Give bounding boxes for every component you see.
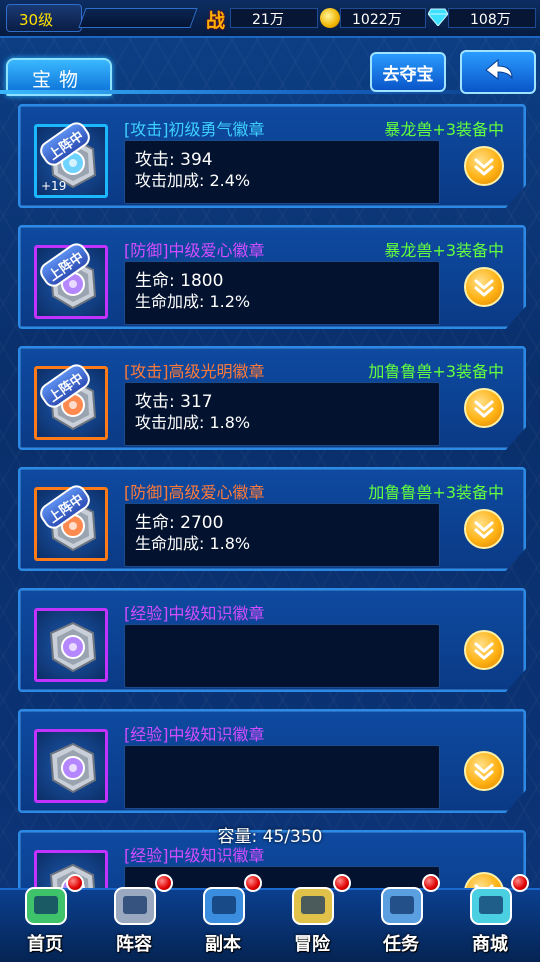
equipped-by-text: 加鲁鲁兽+3装备中 — [368, 483, 504, 502]
nav-item[interactable]: 阵容 — [91, 874, 177, 962]
power-icon: 战 — [206, 10, 226, 32]
gold-coin-icon — [320, 8, 340, 28]
nav-item-label: 阵容 — [116, 934, 152, 955]
treasure-list[interactable]: 上阵中 +19 [攻击]初级勇气徽章 暴龙兽+3装备中 攻击: 394 攻击加成… — [0, 100, 540, 890]
stat-line-2: 生命加成: 1.2% — [135, 292, 251, 311]
gems-value: 108万 — [470, 12, 511, 28]
treasure-icon-frame[interactable] — [34, 608, 108, 682]
notification-dot — [66, 874, 84, 892]
team-gear-icon — [114, 887, 156, 925]
go-loot-label: 去夺宝 — [382, 65, 434, 85]
back-arrow-icon — [485, 58, 513, 80]
nav-item[interactable]: 副本 — [180, 874, 266, 962]
nav-item-label: 任务 — [383, 934, 419, 955]
chevron-down-icon — [474, 400, 494, 418]
scroll-map-icon — [203, 887, 245, 925]
nav-item-label: 副本 — [205, 934, 241, 955]
equipped-by-text: 加鲁鲁兽+3装备中 — [368, 362, 504, 381]
treasure-name: [经验]中级知识徽章 — [124, 725, 265, 744]
chevron-down-icon — [474, 642, 494, 660]
nav-item[interactable]: 首页 — [2, 874, 88, 962]
treasure-name: [防御]中级爱心徽章 — [124, 241, 265, 260]
bottom-navigation: 首页 阵容 副本 冒险 任务 商城 — [0, 874, 540, 962]
equipped-by-text: 暴龙兽+3装备中 — [384, 241, 504, 260]
treasure-card[interactable]: 上阵中 [防御]中级爱心徽章 暴龙兽+3装备中 生命: 1800 生命加成: 1… — [18, 225, 526, 329]
top-status-bar: 30级 战 21万 1022万 108万 — [0, 0, 540, 38]
treasure-stats-box: 生命: 2700 生命加成: 1.8% — [124, 503, 440, 567]
tab-treasure-label: 宝物 — [31, 69, 86, 91]
shopping-cart-icon — [470, 887, 512, 925]
level-text: 30级 — [19, 11, 54, 29]
treasure-card[interactable]: [经验]中级知识徽章 — [18, 709, 526, 813]
treasure-icon-frame[interactable] — [34, 729, 108, 803]
nav-item[interactable]: 冒险 — [269, 874, 355, 962]
treasure-name: [攻击]初级勇气徽章 — [124, 120, 265, 139]
treasure-card[interactable]: 上阵中 [防御]高级爱心徽章 加鲁鲁兽+3装备中 生命: 2700 生命加成: … — [18, 467, 526, 571]
chevron-down-icon — [474, 158, 494, 176]
adventure-map-icon — [292, 887, 334, 925]
treasure-stats-box: 生命: 1800 生命加成: 1.2% — [124, 261, 440, 325]
treasure-name: [攻击]高级光明徽章 — [124, 362, 265, 381]
knowledge-badge-purple-icon — [49, 742, 97, 794]
treasure-icon-frame[interactable]: 上阵中 — [34, 360, 108, 440]
treasure-name: [防御]高级爱心徽章 — [124, 483, 265, 502]
stat-line-2: 攻击加成: 2.4% — [135, 171, 251, 190]
expand-button[interactable] — [464, 388, 504, 428]
expand-button[interactable] — [464, 630, 504, 670]
chevron-down-icon — [474, 279, 494, 297]
treasure-stats-box — [124, 624, 440, 688]
stat-line-2: 生命加成: 1.8% — [135, 534, 251, 553]
enhance-level: +19 — [41, 179, 67, 193]
notification-dot — [422, 874, 440, 892]
nav-item-label: 冒险 — [294, 934, 330, 955]
back-button[interactable] — [460, 50, 536, 94]
nav-item-label: 首页 — [27, 934, 63, 955]
home-device-icon — [25, 887, 67, 925]
chevron-down-icon — [474, 521, 494, 539]
expand-button[interactable] — [464, 751, 504, 791]
nav-item-label: 商城 — [472, 934, 508, 955]
treasure-card[interactable]: [经验]中级知识徽章 — [18, 588, 526, 692]
chevron-down-icon — [474, 763, 494, 781]
tab-underline — [0, 90, 540, 94]
diamond-icon — [428, 8, 448, 26]
go-loot-button[interactable]: 去夺宝 — [370, 52, 446, 92]
treasure-card[interactable]: 上阵中 +19 [攻击]初级勇气徽章 暴龙兽+3装备中 攻击: 394 攻击加成… — [18, 104, 526, 208]
notification-dot — [155, 874, 173, 892]
treasure-stats-box: 攻击: 394 攻击加成: 2.4% — [124, 140, 440, 204]
notification-dot — [511, 874, 529, 892]
level-badge: 30级 — [6, 4, 82, 32]
laptop-icon — [381, 887, 423, 925]
treasure-icon-frame[interactable]: 上阵中 +19 — [34, 118, 108, 198]
knowledge-badge-purple-icon — [49, 621, 97, 673]
expand-button[interactable] — [464, 267, 504, 307]
treasure-stats-box: 攻击: 317 攻击加成: 1.8% — [124, 382, 440, 446]
treasure-stats-box — [124, 745, 440, 809]
nav-item[interactable]: 任务 — [358, 874, 444, 962]
stat-line-2: 攻击加成: 1.8% — [135, 413, 251, 432]
treasure-name: [经验]中级知识徽章 — [124, 604, 265, 623]
capacity-text: 容量: 45/350 — [217, 827, 323, 847]
expand-button[interactable] — [464, 146, 504, 186]
equipped-by-text: 暴龙兽+3装备中 — [384, 120, 504, 139]
experience-bar — [78, 8, 198, 28]
gold-value: 1022万 — [352, 12, 402, 28]
treasure-card[interactable]: 上阵中 [攻击]高级光明徽章 加鲁鲁兽+3装备中 攻击: 317 攻击加成: 1… — [18, 346, 526, 450]
nav-item[interactable]: 商城 — [447, 874, 533, 962]
expand-button[interactable] — [464, 509, 504, 549]
power-value: 21万 — [252, 12, 284, 28]
notification-dot — [244, 874, 262, 892]
treasure-icon-frame[interactable]: 上阵中 — [34, 481, 108, 561]
treasure-icon-frame[interactable]: 上阵中 — [34, 239, 108, 319]
notification-dot — [333, 874, 351, 892]
